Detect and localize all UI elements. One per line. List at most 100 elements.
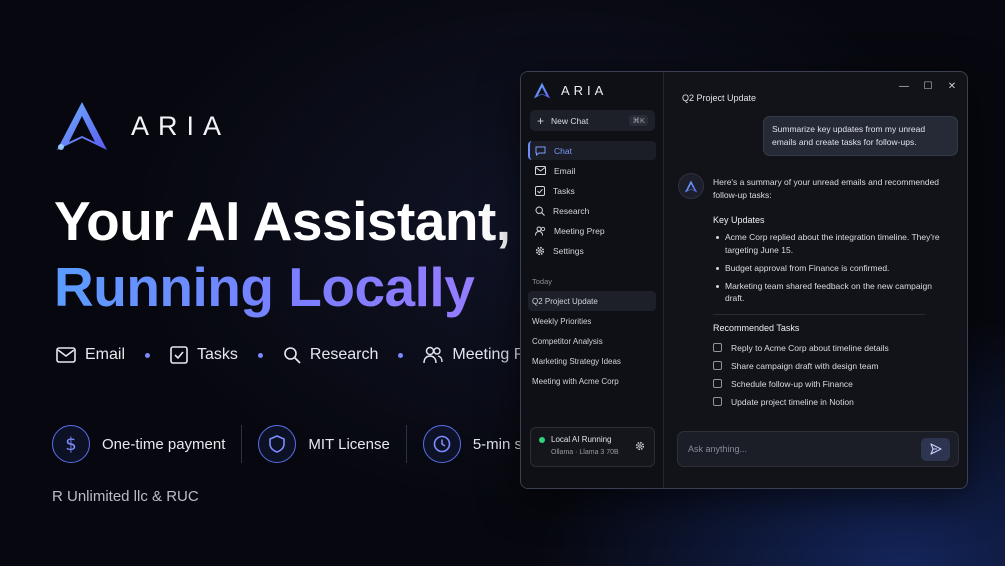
task-label: Share campaign draft with design team [731,360,879,371]
feature-label: Tasks [197,346,238,363]
task-checkbox[interactable] [713,361,722,370]
sidebar-logo: ARIA [533,82,607,99]
headline-line-1: Your AI Assistant, [54,190,511,252]
feature-email: Email [56,346,125,364]
task-label: Update project timeline in Notion [731,396,854,407]
shortcut-hint: ⌘K [629,115,648,126]
window-controls: — ☐ ✕ [899,81,957,92]
sidebar-nav: Chat Email Tasks Research Meeting Prep S… [528,141,656,261]
key-updates-heading: Key Updates [713,215,765,225]
task-checkbox[interactable] [713,397,722,406]
sidebar-item-research[interactable]: Research [528,201,656,220]
aria-logo-icon [533,82,551,99]
task-label: Schedule follow-up with Finance [731,378,853,389]
feature-label: Research [309,346,379,363]
sidebar-item-label: Settings [553,245,584,256]
search-icon [284,347,301,364]
sidebar-item-label: Research [553,205,590,216]
checkbox-icon [535,185,545,196]
history-item[interactable]: Meeting with Acme Corp [528,371,656,391]
mail-icon [56,347,76,363]
sidebar-item-label: Meeting Prep [554,225,605,236]
task-item: Schedule follow-up with Finance [713,375,943,393]
maximize-button[interactable]: ☐ [923,81,933,92]
separator-dot [257,352,263,358]
send-button[interactable] [921,437,950,461]
history-item[interactable]: Competitor Analysis [528,331,656,351]
hero-logo: ARIA [55,100,230,152]
history-section-label: Today [532,277,553,286]
message-composer [677,431,959,467]
list-item: Acme Corp replied about the integration … [713,231,943,256]
aria-logo-icon [684,180,698,192]
assistant-avatar [678,173,704,199]
divider [405,425,407,463]
sidebar-item-label: Email [554,165,576,176]
task-label: Reply to Acme Corp about timeline detail… [731,342,889,353]
message-input[interactable] [688,444,921,454]
sidebar-item-settings[interactable]: Settings [528,241,656,260]
chat-panel: Q2 Project Update — ☐ ✕ Summarize key up… [664,72,967,488]
assistant-intro: Here's a summary of your unread emails a… [713,177,940,200]
badge-list: $ One-time payment MIT License 5-min set… [52,425,551,463]
chat-title: Q2 Project Update [682,93,757,103]
clock-icon [433,435,451,453]
gear-icon[interactable] [635,441,645,451]
gear-icon [535,246,545,255]
badge-payment: $ One-time payment [52,425,225,463]
search-icon [535,205,545,216]
feature-tasks: Tasks [170,346,238,364]
status-label: Local AI Running [551,435,612,444]
sidebar-item-meeting-prep[interactable]: Meeting Prep [528,221,656,240]
sidebar-brand: ARIA [561,83,608,98]
divider [241,425,243,463]
people-icon [535,226,546,236]
task-item: Reply to Acme Corp about timeline detail… [713,339,943,357]
user-message: Summarize key updates from my unread ema… [763,116,958,156]
separator-dot [145,352,151,358]
svg-text:$: $ [65,434,76,454]
task-item: Share campaign draft with design team [713,357,943,375]
aria-logo-icon [57,102,107,150]
model-label: Ollama · Llama 3 70B [551,449,619,456]
history-item[interactable]: Weekly Priorities [528,311,656,331]
badge-label: One-time payment [102,435,226,453]
brand-name: ARIA [131,110,231,141]
headline-line-2: Running Locally [54,254,511,320]
company-name: R Unlimited llc & RUC [52,488,199,505]
task-checkbox[interactable] [713,379,722,388]
history-item[interactable]: Marketing Strategy Ideas [528,351,656,371]
chat-history-list: Q2 Project Update Weekly Priorities Comp… [528,291,656,391]
checkbox-icon [170,346,188,364]
task-item: Update project timeline in Notion [713,393,943,411]
status-indicator [539,437,545,443]
people-icon [423,346,444,364]
assistant-message: Here's a summary of your unread emails a… [713,176,943,411]
feature-label: Email [85,346,126,363]
new-chat-button[interactable]: + New Chat ⌘K [530,110,655,131]
task-checkbox[interactable] [713,343,722,352]
close-button[interactable]: ✕ [947,81,957,92]
app-window: ARIA + New Chat ⌘K Chat Email Tasks Rese… [520,71,968,489]
sidebar-item-tasks[interactable]: Tasks [528,181,656,200]
recommended-tasks-heading: Recommended Tasks [713,322,800,333]
new-chat-label: New Chat [551,115,589,126]
divider [713,313,925,315]
sidebar-item-email[interactable]: Email [528,161,656,180]
sidebar-item-chat[interactable]: Chat [528,141,656,160]
key-updates-list: Acme Corp replied about the integration … [713,231,943,305]
headline: Your AI Assistant, Running Locally [54,188,511,320]
list-item: Marketing team shared feedback on the ne… [713,280,943,305]
history-item[interactable]: Q2 Project Update [528,291,656,311]
dollar-icon: $ [65,434,76,454]
separator-dot [398,352,404,358]
sidebar-item-label: Tasks [553,185,575,196]
local-ai-status-card: Local AI Running Ollama · Llama 3 70B [530,427,655,467]
sidebar-item-label: Chat [554,145,572,156]
task-list: Reply to Acme Corp about timeline detail… [713,339,943,411]
feature-research: Research [283,346,378,364]
chat-icon [535,146,546,156]
plus-icon: + [537,113,545,128]
minimize-button[interactable]: — [899,81,909,92]
sidebar: ARIA + New Chat ⌘K Chat Email Tasks Rese… [521,72,664,488]
